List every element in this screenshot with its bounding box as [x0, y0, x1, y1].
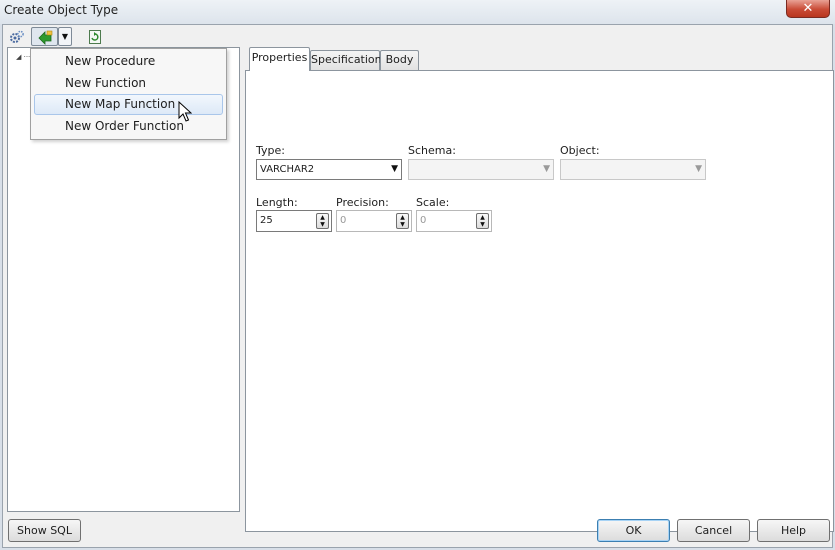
menu-item-new-map-function[interactable]: New Map Function: [34, 94, 223, 115]
precision-stepper[interactable]: 0 ▲ ▼: [336, 210, 412, 232]
precision-value: 0: [340, 215, 347, 226]
tab-control: Properties Specification Body Type: VARC…: [245, 47, 834, 532]
length-value: 25: [260, 215, 273, 226]
scale-label: Scale:: [416, 196, 450, 209]
tab-body[interactable]: Body: [380, 50, 419, 70]
tab-label: Specification: [311, 53, 382, 66]
add-method-menu: New Procedure New Function New Map Funct…: [30, 48, 227, 140]
menu-item-new-order-function[interactable]: New Order Function: [34, 116, 223, 137]
mouse-pointer-icon: [178, 101, 192, 122]
dropdown-arrow-icon: ▼: [61, 32, 69, 41]
object-label: Object:: [560, 144, 600, 157]
chevron-down-icon: ▼: [543, 164, 550, 174]
scale-value: 0: [420, 215, 427, 226]
schema-label: Schema:: [408, 144, 456, 157]
chevron-down-icon: ▼: [391, 164, 398, 174]
type-label: Type:: [256, 144, 285, 157]
add-method-icon: [37, 30, 52, 45]
tab-label: Properties: [251, 51, 308, 64]
menu-item-label: New Function: [65, 76, 147, 90]
close-icon: ✕: [802, 1, 814, 16]
menu-item-label: New Procedure: [65, 54, 156, 68]
object-select[interactable]: ▼: [560, 159, 706, 180]
spin-arrows-icon[interactable]: ▲ ▼: [476, 213, 489, 229]
title-bar: Create Object Type ✕: [0, 0, 835, 24]
length-stepper[interactable]: 25 ▲ ▼: [256, 210, 332, 232]
length-label: Length:: [256, 196, 298, 209]
menu-item-label: New Map Function: [65, 97, 176, 111]
tab-specification[interactable]: Specification: [310, 50, 382, 70]
toolbar: ▼: [3, 25, 203, 47]
ok-button[interactable]: OK: [597, 519, 670, 542]
show-sql-button[interactable]: Show SQL: [8, 519, 81, 542]
tab-label: Body: [385, 53, 414, 66]
chevron-down-icon: ▼: [695, 164, 702, 174]
help-button[interactable]: Help: [757, 519, 830, 542]
close-button[interactable]: ✕: [786, 0, 830, 18]
settings-gear-icon: [10, 30, 24, 43]
type-select[interactable]: VARCHAR2 ▼: [256, 159, 402, 180]
cancel-button[interactable]: Cancel: [677, 519, 750, 542]
properties-panel: Type: VARCHAR2 ▼ Schema: ▼ Object: ▼ Len…: [245, 70, 834, 532]
schema-select[interactable]: ▼: [408, 159, 554, 180]
add-method-button[interactable]: [31, 27, 58, 46]
tab-properties[interactable]: Properties: [249, 47, 310, 71]
precision-label: Precision:: [336, 196, 389, 209]
settings-button[interactable]: [7, 27, 27, 46]
type-select-value: VARCHAR2: [260, 164, 315, 175]
menu-item-label: New Order Function: [65, 119, 184, 133]
add-method-dropdown[interactable]: ▼: [58, 27, 72, 46]
spin-arrows-icon[interactable]: ▲ ▼: [316, 213, 329, 229]
window-title: Create Object Type: [4, 3, 119, 17]
refresh-icon: [89, 29, 101, 44]
scale-stepper[interactable]: 0 ▲ ▼: [416, 210, 492, 232]
menu-item-new-procedure[interactable]: New Procedure: [34, 51, 223, 72]
menu-item-new-function[interactable]: New Function: [34, 73, 223, 94]
spin-arrows-icon[interactable]: ▲ ▼: [396, 213, 409, 229]
refresh-button[interactable]: [85, 27, 105, 46]
